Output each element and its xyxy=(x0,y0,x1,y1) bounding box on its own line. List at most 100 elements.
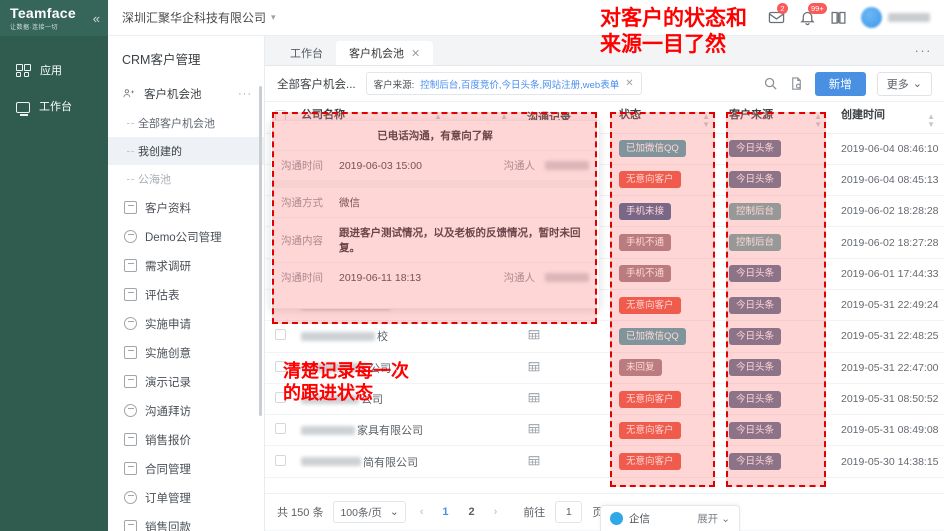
table-row[interactable]: 公司 无意向客户 今日头条 2019-05-31 08:50:52 xyxy=(265,383,944,416)
company-selector[interactable]: 深圳汇聚华企科技有限公司 ▾ xyxy=(122,9,276,26)
company-extra-cell xyxy=(451,445,517,478)
source-badge: 今日头条 xyxy=(729,265,782,283)
sidebar-item-7[interactable]: 沟通拜访 xyxy=(108,396,264,425)
table-row[interactable]: 公司 未回复 今日头条 2019-05-31 22:47:00 xyxy=(265,352,944,384)
sidebar-item-1[interactable]: Demo公司管理 xyxy=(108,222,264,251)
column-created[interactable]: 创建时间 ▲ ▼ xyxy=(831,102,944,134)
goto-page-input[interactable] xyxy=(555,501,583,523)
nav-group-customer-pool[interactable]: 客户机会池 ··· xyxy=(108,79,264,109)
row-checkbox[interactable] xyxy=(275,329,286,341)
communication-cell[interactable] xyxy=(517,445,609,478)
sidebar-item-9[interactable]: 合同管理 xyxy=(108,454,264,483)
sidebar-item-public-pool[interactable]: 公海池 xyxy=(108,165,264,193)
nav-group-more-icon[interactable]: ··· xyxy=(238,88,252,100)
nav-title: CRM客户管理 xyxy=(122,53,201,67)
view-name[interactable]: 全部客户机会... xyxy=(277,76,356,92)
rail-item-workbench[interactable]: 工作台 xyxy=(0,88,108,124)
grid-icon[interactable] xyxy=(527,393,541,407)
sidebar-item-4[interactable]: 实施申请 xyxy=(108,309,264,338)
created-cell: 2019-05-31 22:49:24 xyxy=(831,289,944,322)
status-badge: 无意向客户 xyxy=(619,453,681,471)
sidebar-item-11[interactable]: 销售回款 xyxy=(108,512,264,531)
close-icon[interactable]: ✕ xyxy=(625,78,633,89)
table-row[interactable]: 家具有限公司 无意向客户 今日头条 2019-05-31 08:49:08 xyxy=(265,414,944,447)
source-badge: 今日头条 xyxy=(729,296,782,314)
company-name-redacted xyxy=(301,425,355,435)
chevron-down-icon: ⌄ xyxy=(912,78,922,90)
created-cell: 2019-06-01 17:44:33 xyxy=(831,258,944,290)
sidebar-item-0[interactable]: 客户资料 xyxy=(108,193,264,222)
sidebar-item-all-pool[interactable]: 全部客户机会池 xyxy=(108,109,264,137)
company-name-suffix: 公司 xyxy=(361,394,383,407)
tabbar-more-icon[interactable]: ··· xyxy=(915,43,944,58)
sidebar-item-3[interactable]: 评估表 xyxy=(108,280,264,309)
company-cell[interactable]: 校 xyxy=(291,320,451,353)
column-source[interactable]: 客户来源 ▲ ▼ xyxy=(719,102,831,134)
detail-person-group: 沟通人 xyxy=(504,158,589,173)
prev-page-button[interactable]: ‹ xyxy=(416,506,428,518)
sidebar-item-8[interactable]: 销售报价 xyxy=(108,425,264,454)
column-label: 创建时间 xyxy=(841,108,885,121)
detail-footer-row xyxy=(271,292,599,308)
filter-chip[interactable]: 客户来源: 控制后台,百度竞价,今日头条,网站注册,web表单 ✕ xyxy=(365,72,642,95)
sidebar-item-2[interactable]: 需求调研 xyxy=(108,251,264,280)
add-button[interactable]: 新增 xyxy=(814,71,866,96)
grid-icon[interactable] xyxy=(527,455,541,470)
grid-icon[interactable] xyxy=(527,330,541,344)
sidebar-item-label: 合同管理 xyxy=(145,463,191,476)
sidebar-item-6[interactable]: 演示记录 xyxy=(108,367,264,396)
row-checkbox[interactable] xyxy=(275,360,286,372)
sidebar-item-10[interactable]: 订单管理 xyxy=(108,483,264,512)
next-page-button[interactable]: › xyxy=(490,506,502,518)
user-profile-icon xyxy=(124,201,137,214)
company-cell[interactable]: 公司 xyxy=(291,352,451,384)
collapse-icon[interactable]: « xyxy=(93,11,100,26)
row-checkbox[interactable] xyxy=(275,423,286,435)
book-icon[interactable] xyxy=(830,9,847,26)
sidebar-item-created-by-me[interactable]: 我创建的 xyxy=(108,137,264,165)
export-doc-icon[interactable] xyxy=(789,76,804,91)
source-cell: 控制后台 xyxy=(719,195,831,228)
page-1-button[interactable]: 1 xyxy=(437,506,453,518)
grid-icon[interactable] xyxy=(527,424,541,438)
row-checkbox[interactable] xyxy=(275,392,286,404)
chat-widget[interactable]: 企信 展开 ⌄ xyxy=(600,505,740,531)
rail-item-apps[interactable]: 应用 xyxy=(0,52,108,88)
column-status[interactable]: 状态 ▲ ▼ xyxy=(609,102,719,134)
communication-cell[interactable] xyxy=(517,383,609,416)
tab-customer-pool[interactable]: 客户机会池 ✕ xyxy=(336,41,434,65)
assessment-icon xyxy=(124,288,137,301)
page-2-button[interactable]: 2 xyxy=(464,506,480,518)
column-label: 客户来源 xyxy=(729,108,773,121)
communication-cell[interactable] xyxy=(517,414,609,447)
page-size-select[interactable]: 100条/页 ⌄ xyxy=(333,501,406,523)
more-button[interactable]: 更多 ⌄ xyxy=(876,71,932,96)
grid-icon[interactable] xyxy=(527,361,541,376)
status-badge: 手机不通 xyxy=(619,234,672,252)
sidebar-item-5[interactable]: 实施创意 xyxy=(108,338,264,367)
communication-cell[interactable] xyxy=(517,352,609,384)
sidebar-item-label: 客户资料 xyxy=(145,202,191,215)
close-icon[interactable]: ✕ xyxy=(411,47,420,60)
search-icon[interactable] xyxy=(763,76,778,91)
company-cell[interactable]: 家具有限公司 xyxy=(291,414,451,447)
sort-icon[interactable]: ▲▼ xyxy=(927,112,935,129)
sort-icon[interactable]: ▲▼ xyxy=(702,112,710,129)
nav-scrollbar[interactable] xyxy=(259,86,262,416)
table-row[interactable]: 校 已加微信QQ 今日头条 2019-05-31 22:48:25 xyxy=(265,320,944,353)
company-name: 深圳汇聚华企科技有限公司 xyxy=(122,11,267,25)
company-cell[interactable]: 简有限公司 xyxy=(291,445,451,478)
bell-icon[interactable]: 99+ xyxy=(799,3,827,26)
company-cell[interactable]: 公司 xyxy=(291,383,451,416)
user-menu[interactable] xyxy=(861,7,930,28)
sort-icon[interactable]: ▲▼ xyxy=(814,112,822,129)
tab-workbench[interactable]: 工作台 xyxy=(277,41,336,65)
mail-icon[interactable]: 2 xyxy=(768,3,788,26)
row-checkbox[interactable] xyxy=(275,454,286,466)
detail-content: 已电话沟通，有意向了解 xyxy=(377,130,493,142)
status-badge: 未回复 xyxy=(619,359,662,377)
table-row[interactable]: 简有限公司 无意向客户 今日头条 2019-05-30 14:38:15 xyxy=(265,445,944,478)
communication-cell[interactable] xyxy=(517,320,609,353)
nav-group-label: 客户机会池 xyxy=(144,89,202,101)
chat-expand-button[interactable]: 展开 ⌄ xyxy=(697,511,730,526)
